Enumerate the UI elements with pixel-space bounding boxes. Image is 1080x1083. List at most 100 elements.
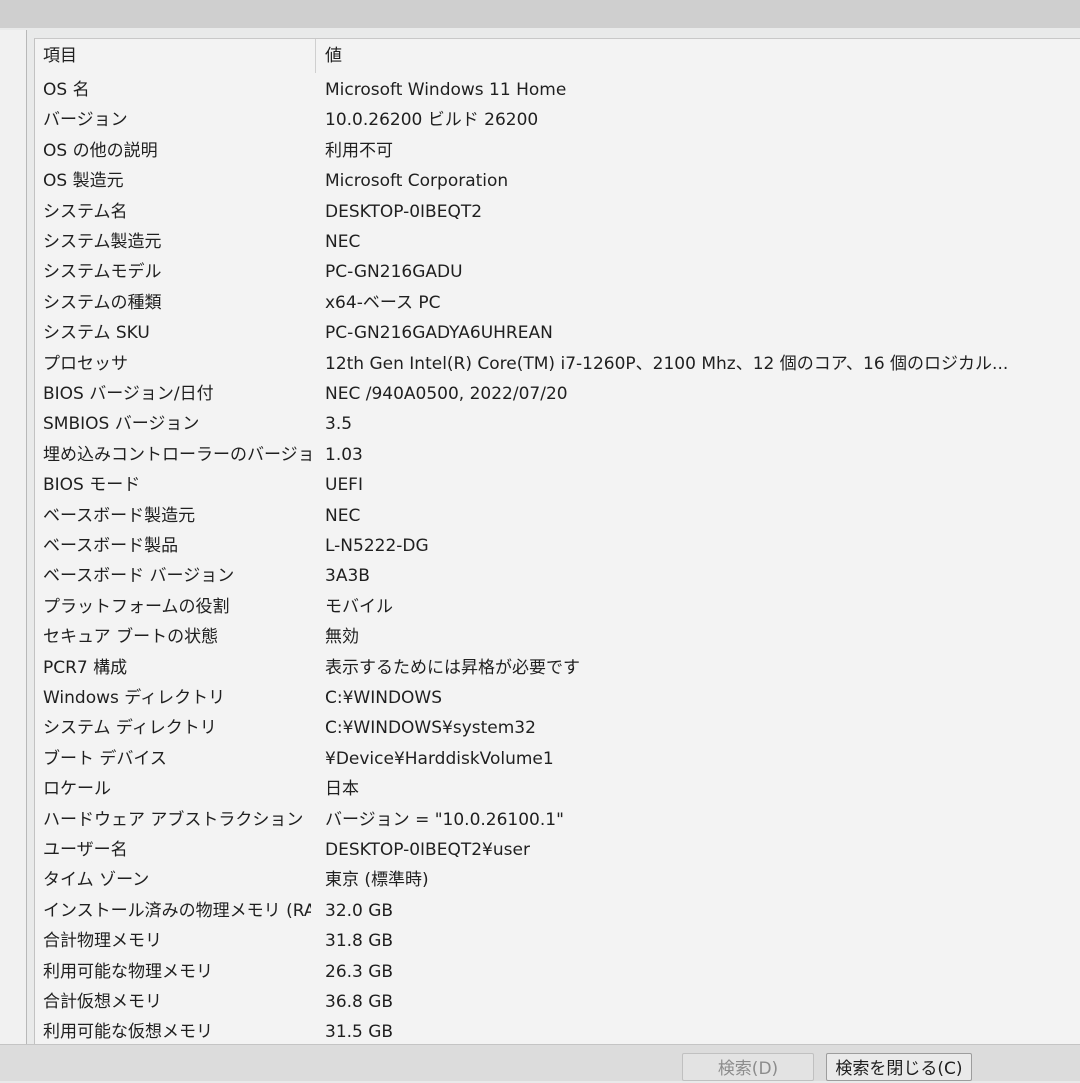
window-top-strip [0,0,1080,28]
table-row[interactable]: システム SKU PC-GN216GADYA6UHREAN [35,318,1080,348]
table-row[interactable]: ユーザー名 DESKTOP-0IBEQT2¥user [35,835,1080,865]
table-row[interactable]: SMBIOS バージョン 3.5 [35,409,1080,439]
row-item-value: Microsoft Corporation [325,171,509,192]
search-bar: 検索(D) 検索を閉じる(C) [0,1044,1080,1081]
row-item-value: PC-GN216GADU [325,262,463,283]
system-summary-list[interactable]: 項目 値 OS 名 Microsoft Windows 11 Home バージョン 1… [34,38,1080,1045]
row-item-label: ベースボード製造元 [43,505,196,526]
row-item-value: 3.5 [325,414,353,435]
column-header-item[interactable]: 項目 [43,39,311,73]
table-row[interactable]: ベースボード バージョン 3A3B [35,561,1080,591]
row-item-label: OS の他の説明 [43,140,158,161]
row-item-value: 日本 [325,779,359,800]
column-header-value[interactable]: 値 [325,39,1065,73]
row-item-value: 表示するためには昇格が必要です [325,657,580,678]
row-item-value: NEC /940A0500, 2022/07/20 [325,384,568,404]
row-item-label: システムの種類 [43,292,162,313]
row-item-value: 26.3 GB [325,961,394,982]
table-row[interactable]: タイム ゾーン 東京 (標準時) [35,865,1080,895]
table-row[interactable]: プロセッサ 12th Gen Intel(R) Core(TM) i7-1260P… [35,349,1080,379]
row-item-value: PC-GN216GADYA6UHREAN [325,323,553,344]
table-row[interactable]: システムの種類 x64-ベース PC [35,288,1080,318]
table-row[interactable]: インストール済みの物理メモリ (RA... 32.0 GB [35,896,1080,926]
row-item-label: 合計仮想メモリ [43,992,162,1012]
row-item-label: BIOS バージョン/日付 [43,384,214,404]
row-item-value: 31.5 GB [325,1022,394,1043]
table-row[interactable]: OS 製造元 Microsoft Corporation [35,166,1080,196]
row-item-label: ハードウェア アブストラクション レイ... [43,809,311,830]
row-item-value: C:¥WINDOWS¥system32 [325,718,536,739]
row-item-value: 10.0.26200 ビルド 26200 [325,110,539,131]
row-item-label: SMBIOS バージョン [43,414,200,435]
row-item-label: セキュア ブートの状態 [43,627,219,648]
row-item-label: Windows ディレクトリ [43,688,226,708]
row-item-label: ブート デバイス [43,748,167,769]
row-item-label: PCR7 構成 [43,657,128,678]
table-row[interactable]: ロケール 日本 [35,774,1080,804]
table-row[interactable]: Windows ディレクトリ C:¥WINDOWS [35,683,1080,713]
table-row[interactable]: PCR7 構成 表示するためには昇格が必要です [35,653,1080,683]
row-item-label: プラットフォームの役割 [43,596,230,617]
table-row[interactable]: 利用可能な物理メモリ 26.3 GB [35,957,1080,987]
table-row[interactable]: ブート デバイス ¥Device¥HarddiskVolume1 [35,744,1080,774]
row-item-label: ベースボード製品 [43,536,179,556]
row-item-value: NEC [325,505,361,526]
row-item-value: 32.0 GB [325,900,394,921]
row-item-value: 東京 (標準時) [325,870,429,891]
row-item-value: 1.03 [325,444,363,465]
table-row[interactable]: プラットフォームの役割 モバイル [35,592,1080,622]
row-item-value: x64-ベース PC [325,292,441,313]
row-item-label: ユーザー名 [43,840,128,860]
table-row[interactable]: セキュア ブートの状態 無効 [35,622,1080,652]
table-row[interactable]: システムモデル PC-GN216GADU [35,257,1080,287]
table-row[interactable]: BIOS モード UEFI [35,470,1080,500]
row-item-value: NEC [325,232,361,252]
search-button[interactable]: 検索(D) [682,1053,814,1081]
row-item-value: 36.8 GB [325,992,394,1012]
table-row[interactable]: システム ディレクトリ C:¥WINDOWS¥system32 [35,713,1080,743]
row-item-label: OS 製造元 [43,171,124,192]
row-item-label: ベースボード バージョン [43,566,235,587]
column-divider[interactable] [315,39,316,73]
table-row[interactable]: 合計物理メモリ 31.8 GB [35,926,1080,956]
row-item-value: L-N5222-DG [325,536,429,556]
table-row[interactable]: 利用可能な仮想メモリ 31.5 GB [35,1017,1080,1045]
table-row[interactable]: ベースボード製品 L-N5222-DG [35,531,1080,561]
table-row[interactable]: ハードウェア アブストラクション レイ... バージョン = "10.0.2610… [35,805,1080,835]
row-item-value: DESKTOP-0IBEQT2¥user [325,840,530,860]
table-row[interactable]: BIOS バージョン/日付 NEC /940A0500, 2022/07/20 [35,379,1080,409]
row-item-label: システムモデル [43,262,162,283]
row-item-label: 埋め込みコントローラーのバージョン [43,444,311,465]
row-item-label: 利用可能な物理メモリ [43,961,213,982]
row-item-value: C:¥WINDOWS [325,688,443,708]
row-item-value: Microsoft Windows 11 Home [325,80,567,100]
table-row[interactable]: OS 名 Microsoft Windows 11 Home [35,75,1080,105]
row-item-value: 利用不可 [325,140,393,161]
row-item-label: バージョン [43,110,128,131]
table-row[interactable]: 埋め込みコントローラーのバージョン 1.03 [35,440,1080,470]
row-item-value: バージョン = "10.0.26100.1" [325,809,564,830]
row-item-label: システム製造元 [43,232,162,252]
table-row[interactable]: システム製造元 NEC [35,227,1080,257]
row-item-value: ¥Device¥HarddiskVolume1 [325,748,554,769]
row-item-value: 12th Gen Intel(R) Core(TM) i7-1260P、2100… [325,353,1009,374]
table-row[interactable]: 合計仮想メモリ 36.8 GB [35,987,1080,1017]
table-row[interactable]: ベースボード製造元 NEC [35,501,1080,531]
row-item-label: OS 名 [43,80,90,100]
row-item-label: BIOS モード [43,475,141,496]
row-item-label: インストール済みの物理メモリ (RA... [43,900,311,921]
row-item-value: UEFI [325,475,363,496]
row-item-value: 31.8 GB [325,931,394,952]
row-item-value: 3A3B [325,566,370,587]
table-row[interactable]: システム名 DESKTOP-0IBEQT2 [35,197,1080,227]
row-item-label: 利用可能な仮想メモリ [43,1022,213,1043]
close-search-button[interactable]: 検索を閉じる(C) [826,1053,972,1081]
list-header: 項目 値 [35,39,1080,73]
category-tree-pane[interactable] [0,30,27,1052]
table-row[interactable]: バージョン 10.0.26200 ビルド 26200 [35,105,1080,135]
row-item-label: タイム ゾーン [43,870,150,891]
row-item-label: システム SKU [43,323,150,344]
row-item-value: DESKTOP-0IBEQT2 [325,201,483,222]
table-row[interactable]: OS の他の説明 利用不可 [35,136,1080,166]
row-item-label: 合計物理メモリ [43,931,162,952]
